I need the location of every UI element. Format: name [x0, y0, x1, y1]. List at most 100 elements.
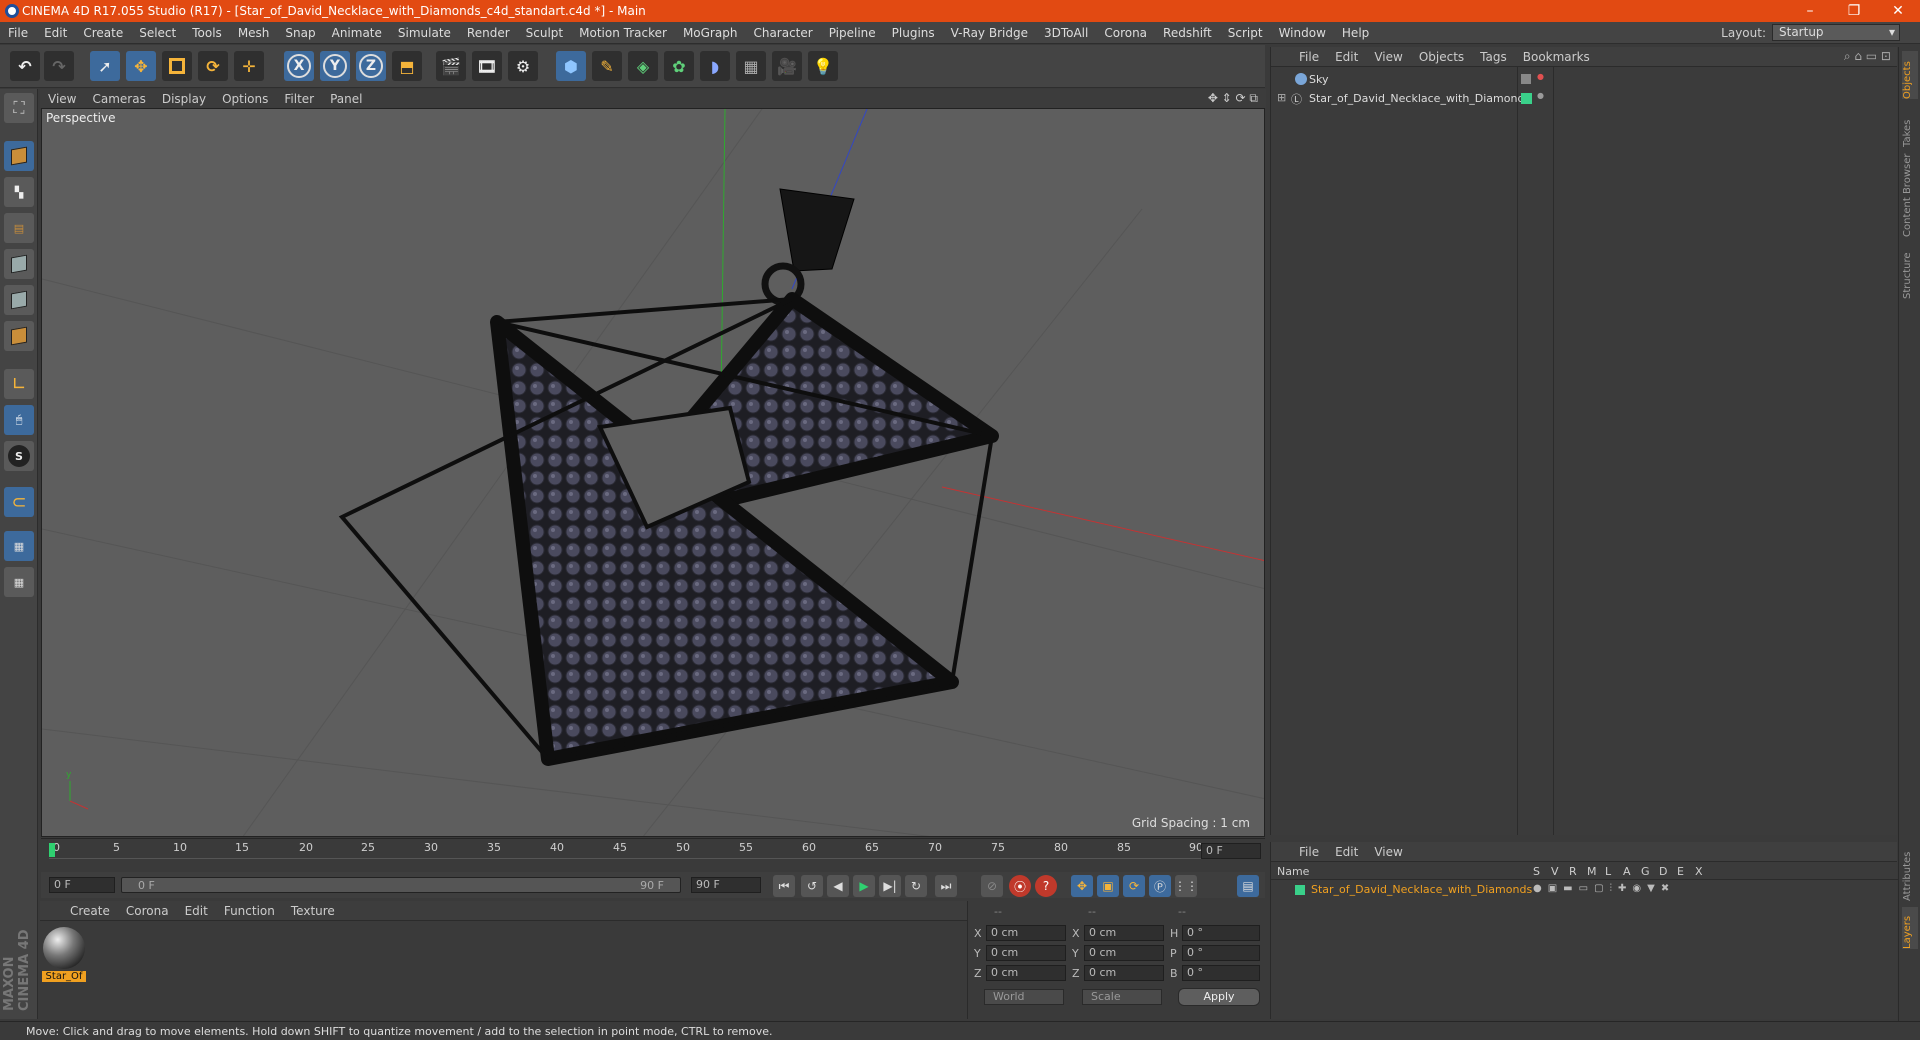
- tab-objects[interactable]: Objects: [1902, 51, 1918, 99]
- viewport-nav-icons[interactable]: ✥ ⇕ ⟳ ⧉: [1208, 91, 1258, 106]
- rotation-h-field[interactable]: 0 °: [1182, 925, 1260, 941]
- object-menu-view[interactable]: View: [1366, 50, 1410, 64]
- object-menu-objects[interactable]: Objects: [1411, 50, 1472, 64]
- timeline-window-icon[interactable]: ▤: [1237, 875, 1259, 897]
- autokey-icon[interactable]: ?: [1035, 875, 1057, 897]
- coordinate-system-icon[interactable]: ⬒: [392, 51, 422, 81]
- workplane-mode-icon[interactable]: ▤: [4, 213, 34, 243]
- workplane-lock-icon[interactable]: ▦: [4, 531, 34, 561]
- scale-tool-icon[interactable]: [162, 51, 192, 81]
- material-menu-function[interactable]: Function: [216, 904, 283, 918]
- viewport-menu-display[interactable]: Display: [154, 92, 214, 106]
- object-menu-file[interactable]: File: [1291, 50, 1327, 64]
- menu-create[interactable]: Create: [75, 26, 131, 40]
- menu-corona[interactable]: Corona: [1096, 26, 1155, 40]
- expand-icon[interactable]: ⊞: [1277, 91, 1286, 104]
- live-selection-icon[interactable]: ➚: [90, 51, 120, 81]
- position-z-field[interactable]: 0 cm: [986, 965, 1066, 981]
- polygons-mode-icon[interactable]: [4, 321, 34, 351]
- object-row-sky[interactable]: Sky ●: [1271, 71, 1898, 89]
- key-position-icon[interactable]: ✥: [1071, 875, 1093, 897]
- render-picture-viewer-icon[interactable]: 🎞: [472, 51, 502, 81]
- menu-window[interactable]: Window: [1271, 26, 1334, 40]
- menu-animate[interactable]: Animate: [324, 26, 390, 40]
- make-editable-icon[interactable]: ⛶: [4, 93, 34, 123]
- record-keys-disabled-icon[interactable]: ⊘: [981, 875, 1003, 897]
- object-menu-bookmarks[interactable]: Bookmarks: [1515, 50, 1598, 64]
- menu-simulate[interactable]: Simulate: [390, 26, 459, 40]
- visibility-dots-icon[interactable]: ●: [1537, 72, 1544, 81]
- position-x-field[interactable]: 0 cm: [986, 925, 1066, 941]
- layer-menu-edit[interactable]: Edit: [1327, 845, 1366, 859]
- snap-icon[interactable]: ⊂: [4, 487, 34, 517]
- coord-space-dropdown[interactable]: World: [984, 989, 1064, 1005]
- tab-content-browser[interactable]: Content Browser: [1902, 153, 1918, 237]
- layer-menu-view[interactable]: View: [1366, 845, 1410, 859]
- object-panel-nav-icons[interactable]: ⌕ ⌂ ▭ ⊡: [1844, 49, 1891, 64]
- object-row-necklace[interactable]: ⊞ Ⓛ Star_of_David_Necklace_with_Diamonds…: [1271, 90, 1898, 108]
- menu-3dtoall[interactable]: 3DToAll: [1036, 26, 1096, 40]
- undo-icon[interactable]: ↶: [10, 51, 40, 81]
- subdivision-surface-icon[interactable]: ◈: [628, 51, 658, 81]
- size-x-field[interactable]: 0 cm: [1084, 925, 1164, 941]
- menu-select[interactable]: Select: [131, 26, 184, 40]
- material-menu-edit[interactable]: Edit: [177, 904, 216, 918]
- start-frame-field[interactable]: 0 F: [49, 877, 115, 893]
- visibility-dots-icon[interactable]: ●: [1537, 91, 1544, 100]
- object-menu-tags[interactable]: Tags: [1472, 50, 1515, 64]
- record-active-icon[interactable]: ⦿: [1009, 875, 1031, 897]
- menu-sculpt[interactable]: Sculpt: [518, 26, 571, 40]
- tab-takes[interactable]: Takes: [1902, 107, 1918, 147]
- light-icon[interactable]: 💡: [808, 51, 838, 81]
- viewport-menu-view[interactable]: View: [40, 92, 84, 106]
- menu-help[interactable]: Help: [1334, 26, 1377, 40]
- texture-mode-icon[interactable]: ▚: [4, 177, 34, 207]
- viewport-menu-filter[interactable]: Filter: [276, 92, 322, 106]
- rotation-p-field[interactable]: 0 °: [1182, 945, 1260, 961]
- menu-pipeline[interactable]: Pipeline: [821, 26, 884, 40]
- object-menu-edit[interactable]: Edit: [1327, 50, 1366, 64]
- prev-key-icon[interactable]: ↺: [801, 875, 823, 897]
- z-axis-lock-button[interactable]: Z: [356, 51, 386, 81]
- material-menu-corona[interactable]: Corona: [118, 904, 177, 918]
- apply-button[interactable]: Apply: [1178, 988, 1260, 1006]
- go-to-end-icon[interactable]: ⏭: [935, 875, 957, 897]
- position-y-field[interactable]: 0 cm: [986, 945, 1066, 961]
- layer-menu-file[interactable]: File: [1291, 845, 1327, 859]
- render-view-icon[interactable]: 🎬: [436, 51, 466, 81]
- redo-icon[interactable]: ↷: [44, 51, 74, 81]
- tab-layers[interactable]: Layers: [1902, 907, 1918, 949]
- menu-plugins[interactable]: Plugins: [884, 26, 943, 40]
- menu-mograph[interactable]: MoGraph: [675, 26, 746, 40]
- deformer-icon[interactable]: ◗: [700, 51, 730, 81]
- menu-file[interactable]: File: [0, 26, 36, 40]
- cloner-icon[interactable]: ✿: [664, 51, 694, 81]
- close-button[interactable]: ✕: [1876, 0, 1920, 22]
- transform-tool-icon[interactable]: ✛: [234, 51, 264, 81]
- rotation-b-field[interactable]: 0 °: [1182, 965, 1260, 981]
- playhead[interactable]: [49, 843, 55, 857]
- cube-object-icon[interactable]: ⬢: [556, 51, 586, 81]
- layout-dropdown[interactable]: Startup: [1772, 24, 1900, 41]
- menu-redshift[interactable]: Redshift: [1155, 26, 1220, 40]
- material-menu-create[interactable]: Create: [62, 904, 118, 918]
- key-scale-icon[interactable]: ▣: [1097, 875, 1119, 897]
- layer-toggle-icons[interactable]: ●▣▬▭▢⫶✚◉▼✖: [1533, 883, 1675, 894]
- floor-icon[interactable]: ▦: [736, 51, 766, 81]
- key-parameter-icon[interactable]: Ⓟ: [1149, 875, 1171, 897]
- y-axis-lock-button[interactable]: Y: [320, 51, 350, 81]
- axis-mode-icon[interactable]: ∟: [4, 369, 34, 399]
- layer-color-icon[interactable]: [1295, 885, 1305, 895]
- tweak-mode-icon[interactable]: 🖱: [4, 405, 34, 435]
- menu-render[interactable]: Render: [459, 26, 518, 40]
- menu-snap[interactable]: Snap: [277, 26, 323, 40]
- size-y-field[interactable]: 0 cm: [1084, 945, 1164, 961]
- next-frame-icon[interactable]: ▶|: [879, 875, 901, 897]
- tab-structure[interactable]: Structure: [1902, 243, 1918, 299]
- layer-row[interactable]: Star_of_David_Necklace_with_Diamonds ●▣▬…: [1271, 882, 1898, 898]
- star-of-david-model[interactable]: [338, 188, 999, 766]
- menu-edit[interactable]: Edit: [36, 26, 75, 40]
- material-menu-texture[interactable]: Texture: [283, 904, 343, 918]
- viewport-menu-panel[interactable]: Panel: [322, 92, 370, 106]
- key-rotation-icon[interactable]: ⟳: [1123, 875, 1145, 897]
